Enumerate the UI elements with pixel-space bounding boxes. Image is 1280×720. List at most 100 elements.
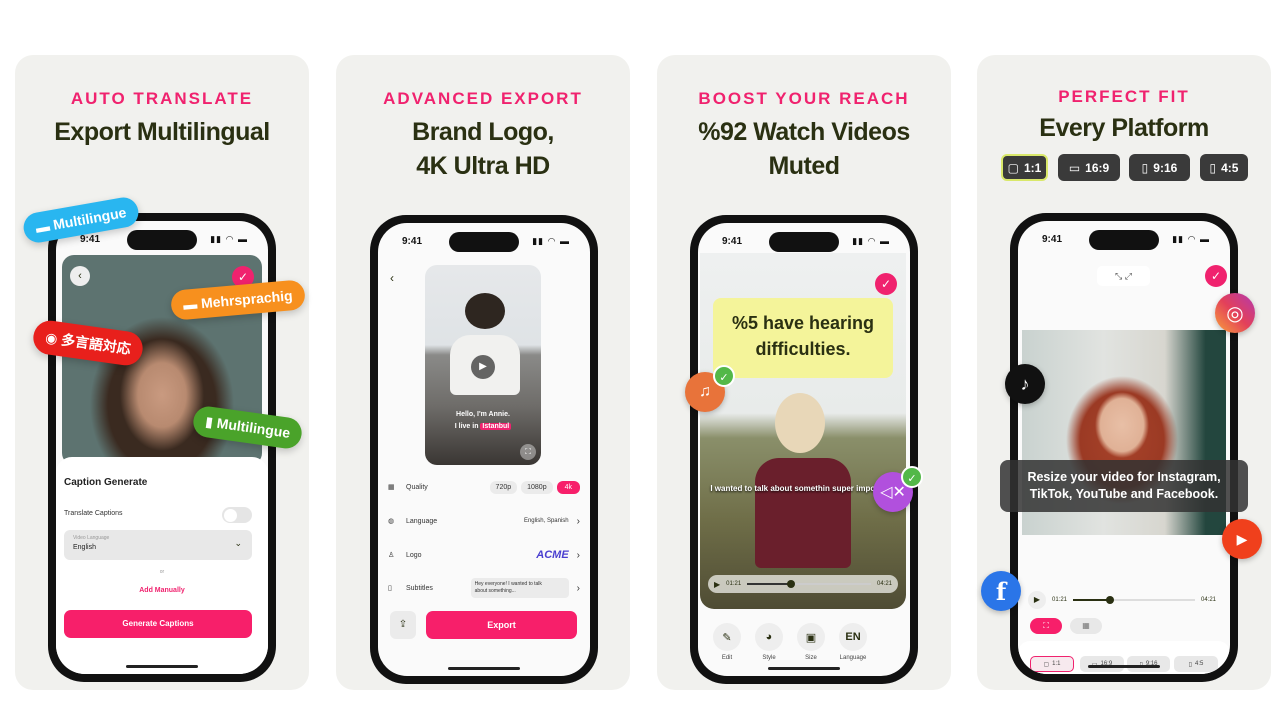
video-caption: Hello, I'm Annie. I live in Istanbul (425, 409, 541, 433)
ratio-chip-1-1[interactable]: ▢ 1:1 (1001, 154, 1048, 181)
translate-captions-label: Translate Captions (64, 510, 123, 517)
chip-label: 4:5 (1221, 160, 1239, 175)
home-indicator (768, 667, 840, 670)
play-button[interactable]: ▶ (1028, 591, 1046, 609)
quality-option-1080p[interactable]: 1080p (521, 480, 553, 494)
export-button[interactable]: Export (426, 611, 577, 639)
ratio-chip-9-16[interactable]: ▯ 9:16 (1129, 154, 1190, 181)
progress-fill (747, 583, 791, 585)
caption-generate-sheet: Caption Generate Translate Captions Vide… (56, 457, 268, 674)
back-button[interactable]: ‹ (70, 266, 90, 286)
status-icons: ▮▮ ◠ ▬ (852, 236, 890, 246)
tag-text: 多言語対応 (60, 331, 132, 357)
video-preview-man: ▶ Hello, I'm Annie. I live in Istanbul ⛶ (425, 265, 541, 465)
tag-text: Multilingue (215, 414, 292, 441)
video-player-bar[interactable]: ▶ 01:21 04:21 (1024, 589, 1220, 611)
language-row[interactable]: ◍ Language English, Spanish › (388, 511, 580, 531)
play-icon[interactable]: ▶ (714, 580, 720, 589)
video-language-dropdown[interactable]: Video Language English ⌄ (64, 530, 252, 560)
blur-background-button[interactable]: ▦ (1070, 618, 1102, 634)
chip-label: 1:1 (1024, 160, 1042, 175)
status-time: 9:41 (722, 236, 743, 247)
status-time: 9:41 (80, 234, 101, 245)
panel-title-line2: 4K Ultra HD (416, 152, 550, 180)
share-upload-button[interactable]: ⇪ (390, 611, 416, 639)
check-badge-icon: ✓ (901, 466, 923, 488)
tiktok-icon: ♪ (1005, 364, 1045, 404)
tool-label-language: Language (839, 655, 867, 661)
caption-highlight: Istanbul (480, 423, 512, 430)
fit-fill-toggle[interactable]: ⤡ ⤢ (1097, 266, 1150, 286)
phone-screen: 9:41 ▮▮ ◠ ▬ ⤡ ⤢ ✓ ▶ 01:21 04:21 ⛶ ▦ ▢ 1:1… (1018, 221, 1230, 674)
square-icon: ▢ (1043, 661, 1050, 668)
phone-mockup: 9:41 ▮▮ ◠ ▬ ‹ ▶ Hello, I'm Annie. I live… (370, 215, 598, 684)
dropdown-label: Video Language (73, 535, 110, 541)
square-icon: ▢ (1007, 160, 1019, 175)
person-top (755, 458, 851, 568)
chevron-right-icon: › (576, 582, 580, 594)
size-icon[interactable]: ▣ (797, 623, 825, 651)
status-time: 9:41 (1042, 234, 1063, 245)
progress-knob[interactable] (1105, 596, 1114, 604)
dynamic-island (449, 232, 519, 252)
time-current: 01:21 (1052, 597, 1068, 603)
translate-captions-toggle[interactable] (222, 507, 252, 523)
chip-label: 16:9 (1085, 160, 1110, 175)
row-label: Quality (406, 483, 428, 491)
fullscreen-icon[interactable]: ⛶ (520, 444, 536, 460)
crop-fit-button[interactable]: ⛶ (1030, 618, 1062, 634)
instagram-icon: ◎ (1215, 293, 1255, 333)
progress-slider[interactable] (1073, 596, 1195, 604)
ratio-option-4-5[interactable]: ▯ 4:5 (1174, 656, 1218, 672)
ratio-chip-4-5[interactable]: ▯ 4:5 (1200, 154, 1248, 181)
status-time: 9:41 (402, 236, 423, 247)
subtitles-preview: Hey everyone! I wanted to talk about som… (470, 578, 569, 598)
play-button[interactable]: ▶ (471, 355, 495, 379)
ratio-option-16-9[interactable]: ▭16:9 (1080, 656, 1124, 672)
ratio-chip-16-9[interactable]: ▭ 16:9 (1058, 154, 1120, 181)
person-head (465, 293, 505, 329)
language-en-button[interactable]: EN (839, 623, 867, 651)
caption-line: Hello, I'm Annie. (456, 411, 510, 418)
video-player-bar[interactable]: ▶ 01:21 04:21 (708, 575, 898, 593)
ratio-option-1-1[interactable]: ▢ 1:1 (1030, 656, 1074, 672)
panel-label: PERFECT FIT (1058, 87, 1190, 106)
confirm-check-button[interactable]: ✓ (875, 273, 897, 295)
progress-slider[interactable] (747, 580, 871, 588)
palette-icon[interactable]: ◕ (755, 623, 783, 651)
edit-icon[interactable]: ✎ (713, 623, 741, 651)
tool-label-style: Style (762, 655, 776, 661)
panel-title: Export Multilingual (54, 118, 270, 146)
quality-option-4k[interactable]: 4k (556, 480, 580, 494)
back-button[interactable]: ‹ (390, 271, 394, 285)
progress-fill (1073, 599, 1110, 601)
dynamic-island (1089, 230, 1159, 250)
confirm-check-button[interactable]: ✓ (1205, 265, 1227, 287)
portrait-icon: ▯ (1188, 661, 1192, 668)
caption-line: I live in (454, 423, 479, 430)
chip-label: 1:1 (1052, 661, 1061, 667)
progress-knob[interactable] (786, 580, 795, 588)
tool-label-edit: Edit (721, 655, 733, 661)
landscape-icon: ▭ (1068, 160, 1081, 175)
ratio-sheet: ▢1:1 ▭16:9 ▯9:16 ▯4:5 (1018, 641, 1230, 674)
quality-option-720p[interactable]: 720p (489, 480, 518, 494)
dynamic-island (127, 230, 197, 250)
ratio-option-9-16[interactable]: ▯9:16 (1127, 656, 1170, 672)
panel-title-line2: Muted (768, 152, 840, 180)
panel-auto-translate: AUTO TRANSLATE Export Multilingual 9:41 … (15, 55, 309, 690)
row-label: Logo (406, 551, 422, 559)
generate-captions-button[interactable]: Generate Captions (64, 610, 252, 638)
add-manually-link[interactable]: Add Manually (56, 587, 268, 594)
resize-caption: Resize your video for Instagram, TikTok,… (1000, 460, 1248, 512)
logo-row[interactable]: ♙ Logo ACME › (388, 545, 580, 565)
globe-icon: ◍ (388, 518, 395, 525)
chevron-right-icon: › (576, 549, 580, 561)
status-icons: ▮▮ ◠ ▬ (1172, 234, 1210, 244)
facebook-icon: f (981, 571, 1021, 611)
chip-label: 4:5 (1194, 661, 1204, 667)
panel-label: AUTO TRANSLATE (70, 89, 254, 108)
subtitles-row[interactable]: ▯ Subtitles Hey everyone! I wanted to tal… (388, 575, 580, 601)
chevron-down-icon: ⌄ (234, 538, 242, 548)
language-value: English, Spanish (523, 518, 569, 524)
